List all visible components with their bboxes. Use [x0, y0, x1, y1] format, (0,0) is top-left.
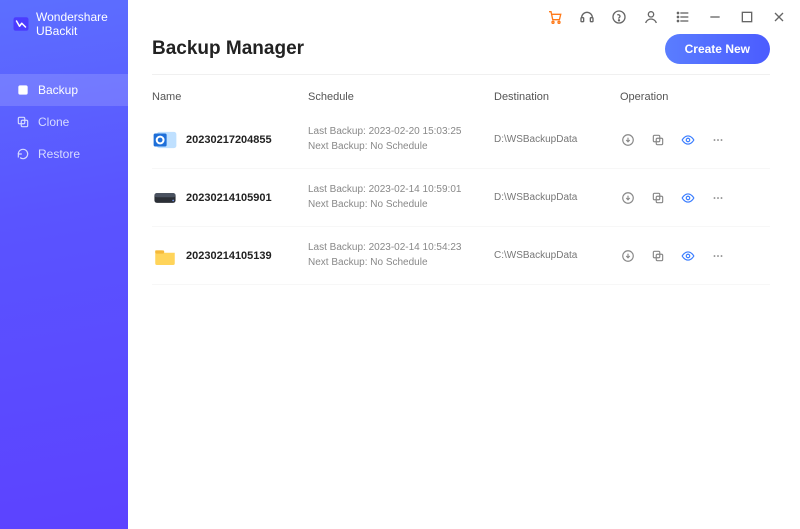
- col-name: Name: [152, 91, 302, 103]
- sidebar-item-clone[interactable]: Clone: [0, 106, 128, 138]
- account-icon[interactable]: [642, 8, 660, 26]
- destination-cell: D:\WSBackupData: [494, 192, 614, 203]
- outlook-icon: [152, 127, 178, 153]
- brand-label: Wondershare UBackit: [36, 10, 116, 38]
- name-cell: 20230214105139: [152, 243, 302, 269]
- disk-icon: [152, 185, 178, 211]
- clone-icon: [16, 115, 30, 129]
- headset-icon[interactable]: [578, 8, 596, 26]
- next-backup: Next Backup: No Schedule: [308, 140, 488, 155]
- operations: [620, 248, 770, 264]
- backup-icon: [16, 83, 30, 97]
- sidebar-item-label: Clone: [38, 115, 69, 129]
- destination-cell: D:\WSBackupData: [494, 134, 614, 145]
- item-name: 20230217204855: [186, 134, 272, 146]
- more-button[interactable]: [710, 132, 726, 148]
- table-row: 20230217204855 Last Backup: 2023-02-20 15…: [152, 111, 770, 169]
- sidebar-item-backup[interactable]: Backup: [0, 74, 128, 106]
- brand: Wondershare UBackit: [0, 0, 128, 48]
- run-backup-button[interactable]: [620, 190, 636, 206]
- help-icon[interactable]: [610, 8, 628, 26]
- minimize-button[interactable]: [706, 8, 724, 26]
- sidebar-item-label: Backup: [38, 83, 78, 97]
- col-destination: Destination: [494, 91, 614, 103]
- schedule-cell: Last Backup: 2023-02-14 10:59:01Next Bac…: [308, 183, 488, 212]
- content: Backup Manager Create New Name Schedule …: [128, 34, 800, 529]
- create-new-button[interactable]: Create New: [665, 34, 770, 64]
- view-button[interactable]: [680, 248, 696, 264]
- main: Backup Manager Create New Name Schedule …: [128, 0, 800, 529]
- more-button[interactable]: [710, 248, 726, 264]
- operations: [620, 132, 770, 148]
- app-logo-icon: [12, 15, 30, 33]
- sidebar-item-label: Restore: [38, 147, 80, 161]
- table-row: 20230214105901 Last Backup: 2023-02-14 10…: [152, 169, 770, 227]
- table-body: 20230217204855 Last Backup: 2023-02-20 15…: [152, 111, 770, 285]
- schedule-cell: Last Backup: 2023-02-14 10:54:23Next Bac…: [308, 241, 488, 270]
- run-backup-button[interactable]: [620, 132, 636, 148]
- titlebar: [128, 0, 800, 34]
- view-button[interactable]: [680, 132, 696, 148]
- restore-icon: [16, 147, 30, 161]
- close-button[interactable]: [770, 8, 788, 26]
- last-backup: Last Backup: 2023-02-14 10:59:01: [308, 183, 488, 198]
- view-button[interactable]: [680, 190, 696, 206]
- copy-button[interactable]: [650, 190, 666, 206]
- table-header: Name Schedule Destination Operation: [152, 79, 770, 111]
- next-backup: Next Backup: No Schedule: [308, 198, 488, 213]
- operations: [620, 190, 770, 206]
- name-cell: 20230217204855: [152, 127, 302, 153]
- next-backup: Next Backup: No Schedule: [308, 256, 488, 271]
- maximize-button[interactable]: [738, 8, 756, 26]
- col-operation: Operation: [620, 91, 770, 103]
- nav: Backup Clone Restore: [0, 74, 128, 170]
- name-cell: 20230214105901: [152, 185, 302, 211]
- folder-icon: [152, 243, 178, 269]
- run-backup-button[interactable]: [620, 248, 636, 264]
- item-name: 20230214105139: [186, 250, 272, 262]
- last-backup: Last Backup: 2023-02-20 15:03:25: [308, 125, 488, 140]
- item-name: 20230214105901: [186, 192, 272, 204]
- last-backup: Last Backup: 2023-02-14 10:54:23: [308, 241, 488, 256]
- sidebar-item-restore[interactable]: Restore: [0, 138, 128, 170]
- copy-button[interactable]: [650, 248, 666, 264]
- page-title: Backup Manager: [152, 38, 304, 60]
- cart-icon[interactable]: [546, 8, 564, 26]
- col-schedule: Schedule: [308, 91, 488, 103]
- divider: [152, 74, 770, 75]
- sidebar: Wondershare UBackit Backup Clone: [0, 0, 128, 529]
- more-button[interactable]: [710, 190, 726, 206]
- copy-button[interactable]: [650, 132, 666, 148]
- schedule-cell: Last Backup: 2023-02-20 15:03:25Next Bac…: [308, 125, 488, 154]
- table-row: 20230214105139 Last Backup: 2023-02-14 10…: [152, 227, 770, 285]
- destination-cell: C:\WSBackupData: [494, 250, 614, 261]
- list-icon[interactable]: [674, 8, 692, 26]
